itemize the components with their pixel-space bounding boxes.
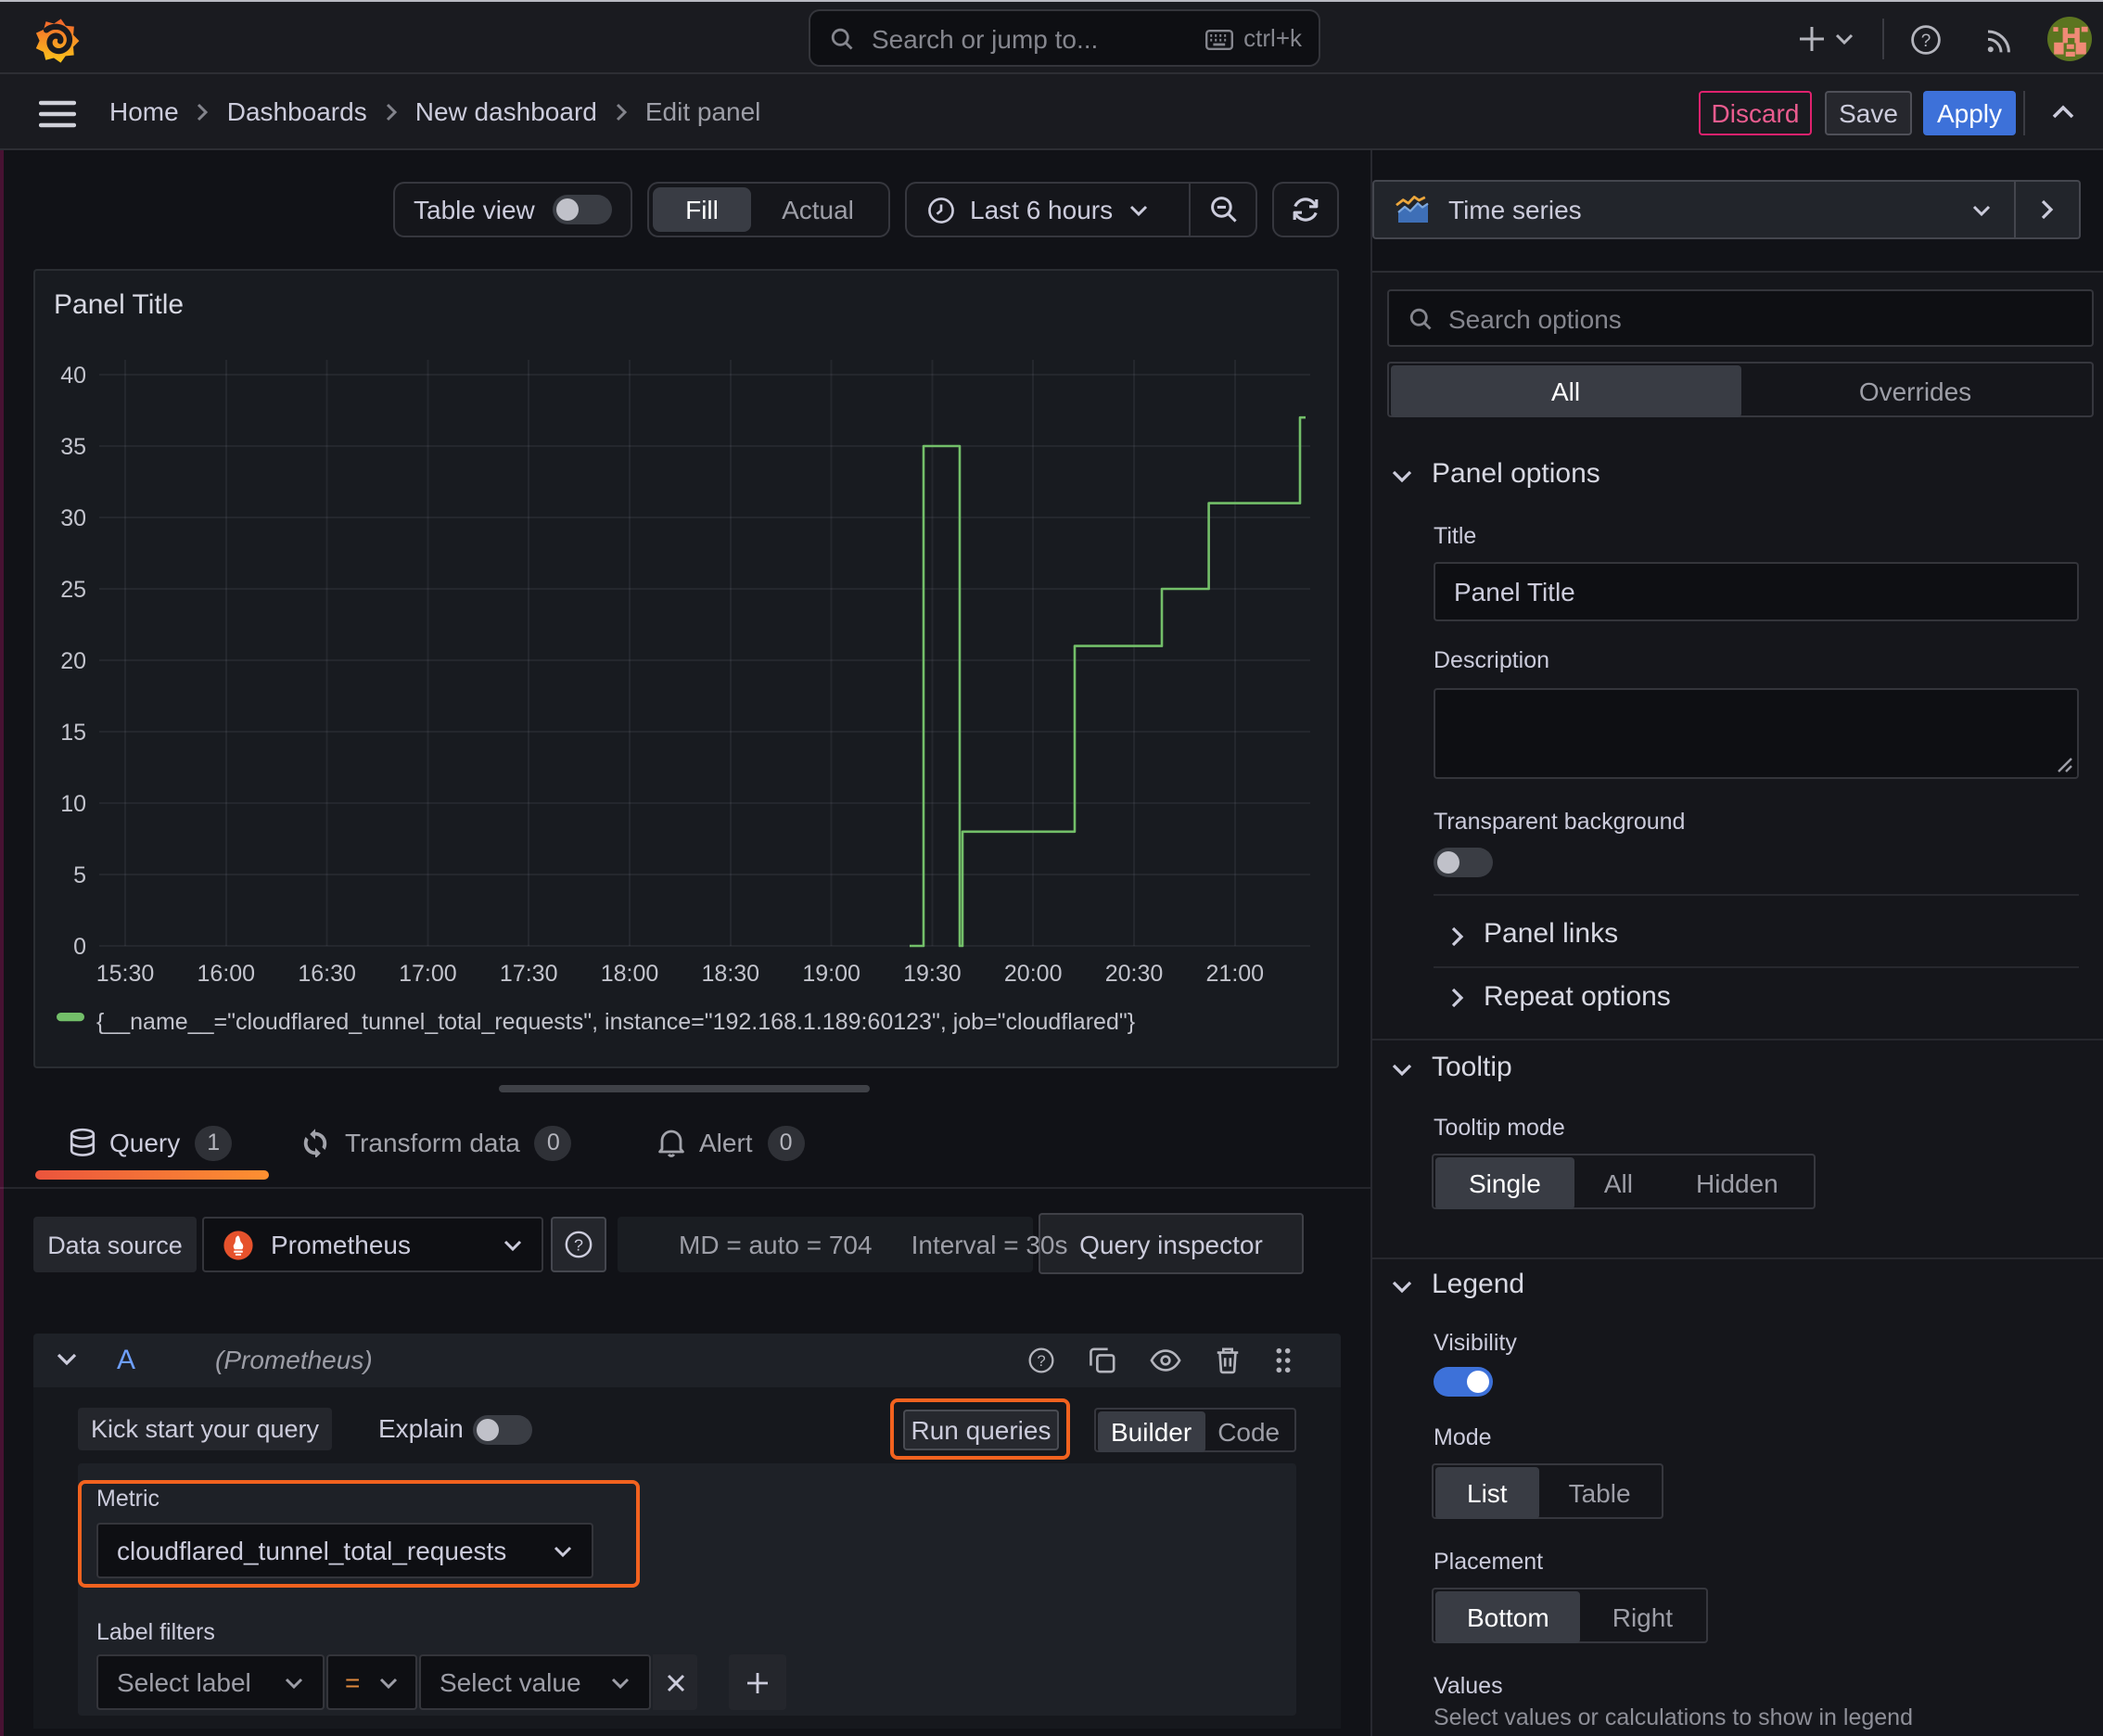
svg-text:20:30: 20:30 [1105,961,1164,987]
svg-text:40: 40 [60,363,86,389]
svg-text:20:00: 20:00 [1004,961,1063,987]
svg-text:18:00: 18:00 [601,961,659,987]
svg-text:5: 5 [73,862,86,888]
svg-text:19:00: 19:00 [802,961,860,987]
svg-text:?: ? [1921,32,1931,51]
svg-text:?: ? [1037,1352,1045,1370]
svg-text:{__name__="cloudflared_tunnel_: {__name__="cloudflared_tunnel_total_requ… [96,1009,1135,1035]
svg-text:35: 35 [60,434,86,460]
svg-text:0: 0 [73,934,86,960]
svg-text:25: 25 [60,577,86,603]
svg-text:21:00: 21:00 [1206,961,1265,987]
svg-text:15:30: 15:30 [96,961,155,987]
svg-text:17:00: 17:00 [399,961,457,987]
svg-text:10: 10 [60,791,86,817]
svg-text:16:30: 16:30 [298,961,356,987]
svg-text:15: 15 [60,720,86,746]
svg-text:?: ? [574,1236,583,1255]
svg-text:19:30: 19:30 [903,961,962,987]
svg-text:17:30: 17:30 [500,961,558,987]
svg-text:18:30: 18:30 [702,961,760,987]
svg-text:16:00: 16:00 [198,961,256,987]
svg-text:30: 30 [60,505,86,531]
svg-text:20: 20 [60,648,86,674]
